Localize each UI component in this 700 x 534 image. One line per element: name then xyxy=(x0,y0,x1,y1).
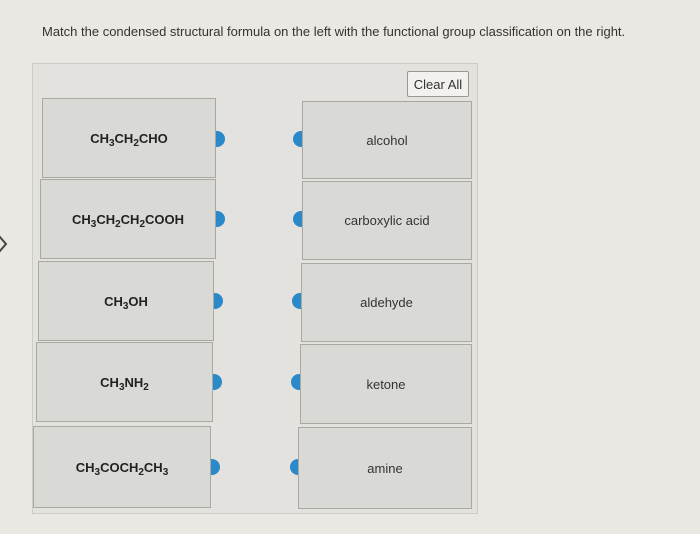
classification-card-3[interactable]: aldehyde xyxy=(301,263,472,342)
instructions-text: Match the condensed structural formula o… xyxy=(42,24,626,39)
classification-label: amine xyxy=(367,460,403,476)
chevron-right-icon[interactable] xyxy=(0,235,8,253)
formula-label: CH3CH2CH2COOH xyxy=(71,211,185,230)
classification-card-1[interactable]: alcohol xyxy=(302,101,472,179)
connector-tab-right-3[interactable] xyxy=(292,293,301,309)
classification-label: alcohol xyxy=(366,132,408,148)
formula-label: CH3NH2 xyxy=(100,374,149,393)
formula-card-3[interactable]: CH3OH xyxy=(38,261,214,341)
formula-card-2[interactable]: CH3CH2CH2COOH xyxy=(40,179,216,259)
connector-tab-right-1[interactable] xyxy=(293,131,302,147)
classification-card-5[interactable]: amine xyxy=(298,427,472,509)
classification-card-4[interactable]: ketone xyxy=(300,344,472,424)
formula-card-5[interactable]: CH3COCH2CH3 xyxy=(33,426,211,508)
classification-label: aldehyde xyxy=(360,295,413,310)
clear-all-button[interactable]: Clear All xyxy=(407,71,469,97)
formula-label: CH3COCH2CH3 xyxy=(75,459,169,478)
connector-tab-right-2[interactable] xyxy=(293,211,302,227)
classification-label: ketone xyxy=(366,376,406,392)
formula-label: CH3OH xyxy=(104,293,148,312)
formula-label: CH3CH2CHO xyxy=(90,130,168,149)
connector-tab-right-4[interactable] xyxy=(291,374,300,390)
formula-card-1[interactable]: CH3CH2CHO xyxy=(42,98,216,178)
classification-card-2[interactable]: carboxylic acid xyxy=(302,181,472,260)
classification-label: carboxylic acid xyxy=(344,213,430,228)
formula-card-4[interactable]: CH3NH2 xyxy=(36,342,213,422)
